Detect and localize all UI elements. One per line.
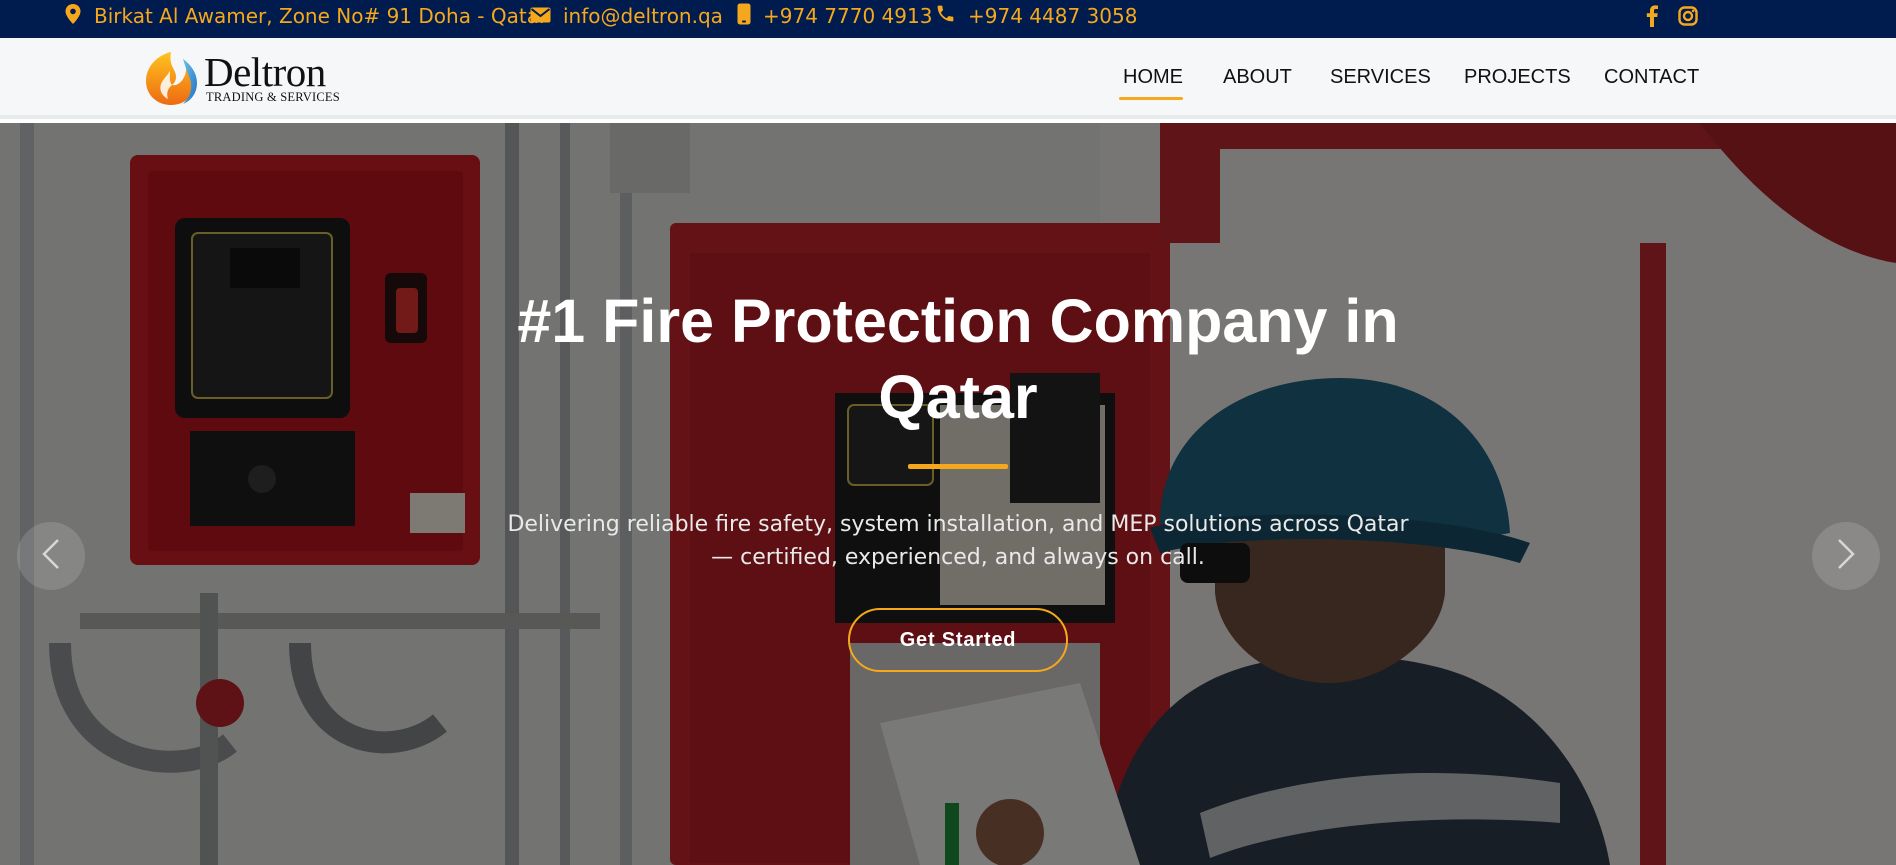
- phone-link[interactable]: +974 4487 3058: [935, 0, 1137, 32]
- phone-text[interactable]: +974 4487 3058: [968, 4, 1137, 28]
- carousel-next-button[interactable]: [1812, 522, 1880, 590]
- envelope-icon: [530, 4, 551, 28]
- instagram-icon[interactable]: [1678, 5, 1698, 27]
- logo-name: Deltron: [204, 49, 326, 95]
- get-started-button[interactable]: Get Started: [848, 608, 1068, 672]
- hero-divider: [908, 464, 1008, 469]
- mobile-text[interactable]: +974 7770 4913: [763, 4, 932, 28]
- carousel-prev-button[interactable]: [17, 522, 85, 590]
- nav-home[interactable]: HOME: [1123, 66, 1183, 94]
- email-link[interactable]: info@deltron.qa: [530, 0, 723, 32]
- hero-overlay: [0, 123, 1896, 865]
- mobile-link[interactable]: +974 7770 4913: [737, 0, 932, 32]
- hero-title: #1 Fire Protection Company in Qatar: [517, 287, 1399, 431]
- logo-text: Deltron TRADING & SERVICES: [204, 49, 340, 104]
- map-pin-icon: [64, 3, 82, 30]
- logo[interactable]: Deltron TRADING & SERVICES: [142, 49, 340, 107]
- chevron-right-icon: [1835, 537, 1857, 576]
- nav-contact[interactable]: CONTACT: [1604, 66, 1699, 94]
- mobile-icon: [737, 3, 751, 30]
- nav-about[interactable]: ABOUT: [1223, 66, 1292, 94]
- email-text[interactable]: info@deltron.qa: [563, 4, 723, 28]
- chevron-left-icon: [40, 537, 62, 576]
- phone-icon: [935, 3, 956, 29]
- hero-subtitle: Delivering reliable fire safety, system …: [507, 512, 1409, 570]
- address-text: Birkat Al Awamer, Zone No# 91 Doha - Qat…: [94, 4, 548, 28]
- nav-services[interactable]: SERVICES: [1330, 66, 1431, 94]
- flame-logo-icon: [142, 49, 200, 107]
- nav-active-indicator: [1119, 97, 1183, 100]
- nav-projects[interactable]: PROJECTS: [1464, 66, 1571, 94]
- address-info: Birkat Al Awamer, Zone No# 91 Doha - Qat…: [64, 0, 547, 32]
- top-info-bar: Birkat Al Awamer, Zone No# 91 Doha - Qat…: [0, 0, 1896, 38]
- facebook-icon[interactable]: [1646, 5, 1658, 27]
- hero-slider: #1 Fire Protection Company in Qatar Deli…: [0, 123, 1896, 865]
- logo-tagline: TRADING & SERVICES: [206, 90, 340, 104]
- site-header: Deltron TRADING & SERVICES HOME ABOUT SE…: [0, 38, 1896, 119]
